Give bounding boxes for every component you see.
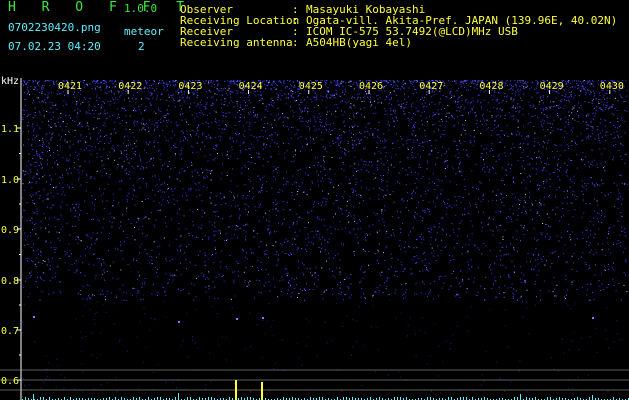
app-title: H R O F F T [8,0,194,15]
trace-spike [592,395,593,400]
trace-spike [33,394,34,400]
info-key: Receiving antenna [180,36,293,49]
echo-dot [178,321,180,323]
info-value: A504HB(yagi 4el) [306,36,412,49]
echo-dot [262,317,264,319]
y-tick-label: 0.7 [1,326,19,337]
file-name: 0702230420.png [8,21,101,34]
x-tick-label: 0426 [359,81,383,92]
y-tick-label: 1.1 [1,124,19,135]
app-version: 1.0.0 [124,2,158,15]
x-tick-label: 0424 [239,81,263,92]
x-tick-label: 0428 [479,81,503,92]
y-tick-label: 0.6 [1,376,19,387]
meteor-count: 2 [138,40,145,53]
x-tick-label: 0421 [58,81,82,92]
spectrogram-background [0,62,629,400]
meteor-spike [261,382,263,400]
echo-dot [592,317,594,319]
trace-spike [178,393,179,400]
echo-dot [33,316,35,318]
trace-spike [520,394,521,400]
info-row-antenna: Receiving antenna : A504HB(yagi 4el) [180,37,629,48]
y-unit-label: kHz [1,76,19,87]
info-separator: : [292,36,299,49]
x-tick-label: 0427 [419,81,443,92]
x-tick-label: 0425 [299,81,323,92]
y-tick-label: 0.8 [1,276,19,287]
header-panel: H R O F F T 1.0.0 0702230420.png meteor … [0,0,629,62]
x-tick-label: 0422 [118,81,142,92]
spectrogram: kHz 1.1 1.0 0.9 0.8 0.7 0.6 0421 0422 0423 0424 0… [0,62,629,400]
x-tick-label: 0423 [178,81,202,92]
meteor-label: meteor [124,25,164,38]
observation-datetime: 07.02.23 04:20 [8,40,101,53]
y-tick-label: 0.9 [1,225,19,236]
echo-dot [236,318,238,320]
y-tick-label: 1.0 [1,175,19,186]
x-tick-label: 0430 [600,81,624,92]
x-tick-label: 0429 [540,81,564,92]
meteor-spike [235,380,237,400]
station-info: Observer : Masayuki Kobayashi Receiving … [180,4,629,48]
